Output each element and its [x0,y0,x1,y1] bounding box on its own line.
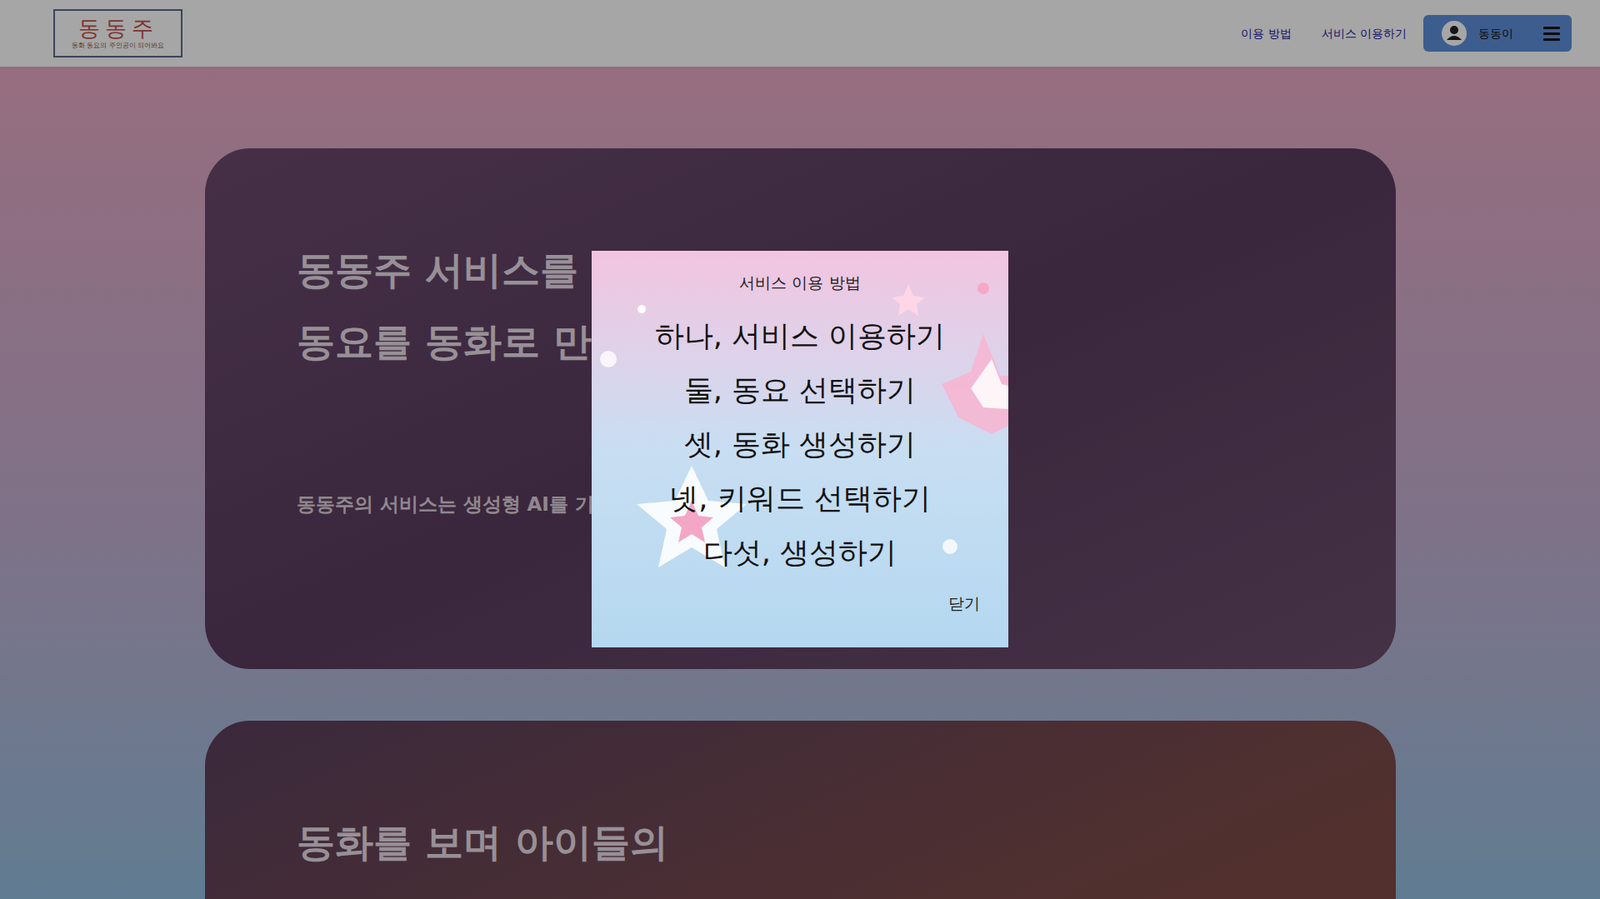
modal-body: 서비스 이용 방법하나, 서비스 이용하기둘, 동요 선택하기셋, 동화 생성하… [591,250,1009,628]
step-item: 다섯, 생성하기 [703,525,897,580]
modal-footer: 닫기 [591,591,1009,628]
close-button[interactable]: 닫기 [945,591,984,616]
modal-title: 서비스 이용 방법 [739,270,860,295]
step-item: 하나, 서비스 이용하기 [655,309,945,364]
modal: 서비스 이용 방법하나, 서비스 이용하기둘, 동요 선택하기셋, 동화 생성하… [591,250,1009,648]
step-item: 넷, 키워드 선택하기 [669,471,930,526]
step-list: 하나, 서비스 이용하기둘, 동요 선택하기셋, 동화 생성하기넷, 키워드 선… [655,309,945,580]
step-item: 둘, 동요 선택하기 [684,363,916,418]
modal-backdrop[interactable]: 서비스 이용 방법하나, 서비스 이용하기둘, 동요 선택하기셋, 동화 생성하… [0,0,1600,899]
step-item: 셋, 동화 생성하기 [684,417,916,472]
